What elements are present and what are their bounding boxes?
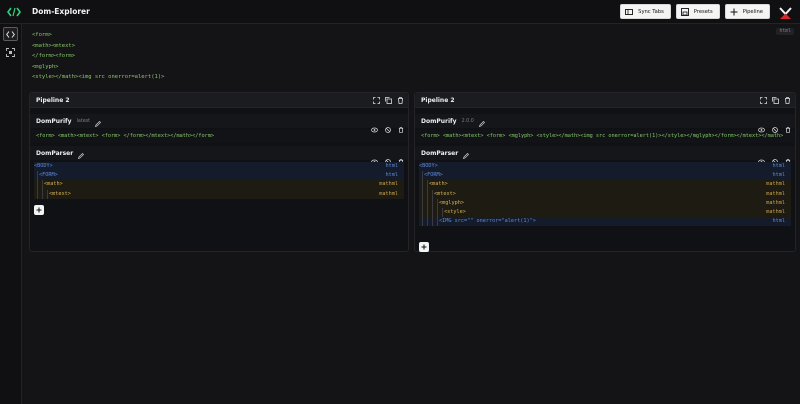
- stage-header: DomParser: [415, 144, 795, 165]
- tree-node-label: <math>: [44, 181, 63, 188]
- namespace-label: mathml: [766, 181, 785, 188]
- sync-tabs-button[interactable]: Sync Tabs: [620, 4, 671, 19]
- namespace-label: mathml: [379, 181, 398, 188]
- namespace-label: html: [385, 163, 399, 169]
- tree-node-label: <math>: [429, 181, 448, 188]
- presets-button[interactable]: Presets: [675, 4, 720, 19]
- stage-header: DomPurify latest: [30, 112, 408, 133]
- pipeline-header: Pipeline 2: [415, 93, 795, 108]
- stage-version[interactable]: 2.0.0: [462, 119, 474, 124]
- tree-node-row[interactable]: <FORM> html: [419, 171, 791, 181]
- tree-node-row[interactable]: <mtext> mathml: [419, 189, 791, 199]
- dom-tree: <BODY> html <FORM> html <math> mathml <mtext> m…: [34, 162, 404, 199]
- code-view-button[interactable]: [3, 27, 18, 41]
- hide-icon[interactable]: [385, 118, 391, 137]
- tree-node-row[interactable]: <math> mathml: [34, 180, 404, 190]
- hide-icon[interactable]: [772, 118, 778, 137]
- pipeline-panel: Pipeline 2 DomPurify 2.0.0 <form> <math>…: [414, 92, 796, 252]
- add-pipeline-button[interactable]: Pipeline: [724, 4, 770, 19]
- pencil-icon[interactable]: [78, 144, 85, 163]
- source-line: <style></math><img src onerror=alert(1)>: [32, 74, 165, 80]
- sync-icon: [625, 8, 634, 16]
- trash-icon[interactable]: [398, 118, 404, 137]
- source-editor[interactable]: html <form> <math><mtext> </form><form> …: [26, 28, 796, 86]
- tree-node-label: <BODY>: [419, 163, 438, 169]
- language-badge: html: [776, 28, 794, 35]
- expand-icon[interactable]: [760, 97, 767, 104]
- trash-icon[interactable]: [784, 97, 791, 104]
- pipeline-panel: Pipeline 2 DomPurify latest <form> <math…: [29, 92, 409, 252]
- tree-node-row[interactable]: <FORM> html: [34, 171, 404, 181]
- tree-node-label: <BODY>: [34, 163, 53, 169]
- add-pipeline-label: Pipeline: [742, 8, 763, 15]
- app-logo-icon: [3, 1, 25, 23]
- stage-name: DomParser: [36, 149, 74, 157]
- stage-output: <form> <math><mtext> <form> </form></mte…: [30, 130, 408, 143]
- eye-icon[interactable]: [371, 118, 378, 137]
- pencil-icon[interactable]: [94, 112, 102, 131]
- copy-icon[interactable]: [772, 97, 779, 104]
- source-line: <form>: [32, 32, 52, 38]
- expand-icon[interactable]: [373, 97, 380, 104]
- pipeline-header: Pipeline 2: [30, 93, 408, 108]
- sync-tabs-label: Sync Tabs: [638, 8, 664, 15]
- stage-output: <form> <math><mtext> <form> <mglyph> <st…: [415, 130, 795, 143]
- tree-node-row[interactable]: <math> mathml: [419, 180, 791, 190]
- tree-node-row[interactable]: <BODY> html: [34, 162, 404, 172]
- trash-icon[interactable]: [397, 97, 404, 104]
- namespace-label: html: [772, 163, 786, 169]
- add-stage-button[interactable]: [34, 205, 44, 215]
- tree-node-row[interactable]: <mglyph> mathml: [419, 198, 791, 208]
- namespace-label: mathml: [379, 190, 398, 197]
- namespace-label: html: [772, 172, 786, 179]
- presets-icon: [680, 7, 689, 16]
- trash-icon[interactable]: [785, 118, 791, 137]
- pencil-icon[interactable]: [478, 112, 485, 131]
- add-stage-button[interactable]: [419, 242, 429, 252]
- tree-node-label: <mtext>: [434, 190, 456, 197]
- namespace-label: mathml: [766, 208, 785, 215]
- tree-node-label: <mtext>: [49, 190, 71, 197]
- source-line: <math><mtext>: [32, 42, 76, 49]
- stage-header: DomPurify 2.0.0: [415, 112, 795, 133]
- eye-icon[interactable]: [758, 118, 765, 137]
- stage-name: DomPurify: [421, 117, 457, 125]
- stage-name: DomParser: [421, 149, 459, 157]
- stage-header: DomParser: [30, 144, 408, 165]
- source-line: <mglyph>: [32, 63, 59, 70]
- app-title: Dom-Explorer: [32, 7, 90, 16]
- pencil-icon[interactable]: [463, 144, 470, 163]
- dom-tree: <BODY> html <FORM> html <math> mathml <mtext> m…: [419, 162, 791, 227]
- sidebar: [0, 24, 22, 404]
- stage-version[interactable]: latest: [77, 119, 90, 124]
- source-line: </form><form>: [32, 53, 76, 59]
- top-bar: Dom-Explorer Sync Tabs Presets Pipeline: [0, 0, 800, 24]
- tree-node-label: <mglyph>: [439, 199, 464, 206]
- selector-icon: [6, 42, 15, 61]
- tree-node-row[interactable]: <mtext> mathml: [34, 189, 404, 199]
- stage-name: DomPurify: [36, 117, 72, 125]
- namespace-label: mathml: [766, 199, 785, 206]
- brand-logo-icon: [779, 5, 792, 19]
- copy-icon[interactable]: [385, 97, 392, 104]
- pipeline-title: Pipeline 2: [421, 96, 455, 104]
- namespace-label: html: [385, 172, 399, 179]
- plus-icon: [730, 8, 738, 16]
- tree-node-row[interactable]: <BODY> html: [419, 162, 791, 172]
- pipeline-title: Pipeline 2: [36, 96, 70, 104]
- namespace-label: mathml: [766, 190, 785, 197]
- tree-node-row[interactable]: <IMG src="" onerror="alert(1)"> html: [419, 217, 791, 227]
- selector-view-button[interactable]: [3, 44, 18, 58]
- namespace-label: html: [772, 218, 786, 225]
- tree-node-row[interactable]: <style> mathml: [419, 207, 791, 218]
- presets-label: Presets: [693, 8, 713, 15]
